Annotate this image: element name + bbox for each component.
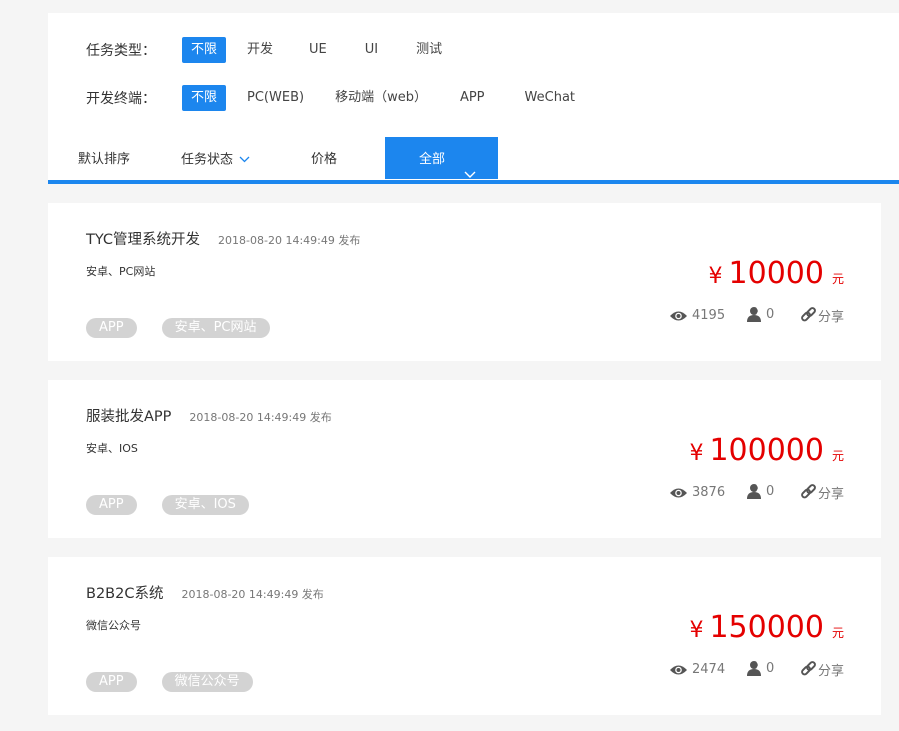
sort-price-label: 价格: [311, 152, 338, 167]
platform-option-unlimited[interactable]: 不限: [182, 85, 227, 111]
listing-title[interactable]: B2B2C系统 2018-08-20 14:49:49 发布: [86, 582, 324, 603]
views-stat: 2474: [669, 662, 725, 677]
sort-bar: 默认排序 任务状态 价格 全部: [48, 137, 899, 179]
task-type-label: 任务类型：: [86, 43, 156, 59]
tag: 安卓、IOS: [161, 495, 249, 515]
platform-option-wechat[interactable]: WeChat: [516, 85, 584, 111]
user-icon: [747, 660, 762, 676]
listing-subtitle: 安卓、PC网站: [86, 265, 156, 278]
platform-option-pc-web[interactable]: PC(WEB): [238, 85, 313, 111]
tag: 微信公众号: [161, 672, 253, 692]
task-type-option-test[interactable]: 测试: [407, 37, 451, 63]
share-button[interactable]: 分享: [800, 306, 844, 325]
tag: APP: [86, 495, 137, 515]
views-stat: 4195: [669, 308, 725, 323]
task-type-option-dev[interactable]: 开发: [238, 37, 282, 63]
share-button[interactable]: 分享: [800, 483, 844, 502]
listing-date: 2018-08-20 14:49:49 发布: [218, 234, 361, 247]
listing-date: 2018-08-20 14:49:49 发布: [181, 588, 324, 601]
listing-price: ¥100000 元: [689, 433, 844, 468]
views-count: 4195: [692, 308, 726, 323]
bidders-stat: 0: [747, 306, 774, 322]
sort-all-label: 全部: [419, 152, 446, 167]
listing-date: 2018-08-20 14:49:49 发布: [189, 411, 332, 424]
tag: APP: [86, 318, 137, 338]
price-unit: 元: [831, 626, 844, 640]
share-label: 分享: [818, 664, 845, 679]
listing-title-text: 服装批发APP: [86, 409, 172, 425]
price-amount: 100000: [709, 433, 824, 468]
listing-card[interactable]: 服装批发APP 2018-08-20 14:49:49 发布 安卓、IOS ¥10…: [48, 380, 881, 538]
price-unit: 元: [831, 272, 844, 286]
listing-title[interactable]: 服装批发APP 2018-08-20 14:49:49 发布: [86, 405, 332, 426]
share-button[interactable]: 分享: [800, 660, 844, 679]
sort-bar-underline: [48, 180, 899, 184]
user-icon: [747, 306, 762, 322]
sort-price[interactable]: 价格: [311, 137, 337, 179]
eye-icon: [669, 310, 688, 322]
currency-symbol: ¥: [689, 618, 704, 643]
bidders-stat: 0: [747, 660, 774, 676]
listing-subtitle: 安卓、IOS: [86, 442, 138, 455]
eye-icon: [669, 487, 688, 499]
filter-panel: 任务类型： 不限 开发 UE UI 测试 开发终端： 不限 PC(WEB) 移动…: [48, 13, 899, 181]
task-type-option-unlimited[interactable]: 不限: [182, 37, 227, 63]
currency-symbol: ¥: [689, 441, 704, 466]
price-amount: 150000: [709, 610, 824, 645]
listing-subtitle: 微信公众号: [86, 619, 141, 632]
chevron-down-icon: [239, 137, 250, 183]
listing-tags: APP 安卓、PC网站: [86, 318, 295, 338]
tag: 安卓、PC网站: [161, 318, 270, 338]
listing-title-text: B2B2C系统: [86, 586, 164, 602]
task-type-option-ue[interactable]: UE: [300, 37, 336, 63]
link-icon: [800, 484, 817, 501]
sort-all-dropdown[interactable]: 全部: [385, 137, 498, 179]
listing-tags: APP 安卓、IOS: [86, 495, 274, 515]
tag: APP: [86, 672, 137, 692]
currency-symbol: ¥: [708, 264, 723, 289]
link-icon: [800, 661, 817, 678]
bidders-stat: 0: [747, 483, 774, 499]
sort-default-label: 默认排序: [78, 152, 131, 167]
sort-task-status[interactable]: 任务状态: [181, 137, 250, 179]
listing-tags: APP 微信公众号: [86, 672, 278, 692]
listing-card[interactable]: B2B2C系统 2018-08-20 14:49:49 发布 微信公众号 ¥150…: [48, 557, 881, 715]
platform-label: 开发终端：: [86, 91, 156, 107]
share-label: 分享: [818, 487, 845, 502]
chevron-down-icon: [464, 153, 476, 199]
views-count: 3876: [692, 485, 726, 500]
bidders-count: 0: [766, 660, 775, 676]
price-unit: 元: [831, 449, 844, 463]
views-count: 2474: [692, 662, 726, 677]
platform-filter: 开发终端： 不限 PC(WEB) 移动端（web） APP WeChat: [86, 85, 584, 111]
link-icon: [800, 307, 817, 324]
listing-card[interactable]: TYC管理系统开发 2018-08-20 14:49:49 发布 安卓、PC网站 …: [48, 203, 881, 361]
sort-task-status-label: 任务状态: [181, 152, 234, 168]
views-stat: 3876: [669, 485, 725, 500]
share-label: 分享: [818, 310, 845, 325]
bidders-count: 0: [766, 483, 775, 499]
eye-icon: [669, 664, 688, 676]
listing-price: ¥150000 元: [689, 610, 844, 645]
bidders-count: 0: [766, 306, 775, 322]
price-amount: 10000: [728, 256, 824, 291]
user-icon: [747, 483, 762, 499]
listing-price: ¥10000 元: [709, 256, 844, 291]
task-type-filter: 任务类型： 不限 开发 UE UI 测试: [86, 37, 451, 63]
task-type-option-ui[interactable]: UI: [356, 37, 387, 63]
sort-default[interactable]: 默认排序: [78, 137, 130, 179]
platform-option-app[interactable]: APP: [451, 85, 494, 111]
listing-title[interactable]: TYC管理系统开发 2018-08-20 14:49:49 发布: [86, 228, 360, 249]
listing-title-text: TYC管理系统开发: [86, 232, 201, 248]
platform-option-mobile-web[interactable]: 移动端（web）: [326, 85, 436, 111]
